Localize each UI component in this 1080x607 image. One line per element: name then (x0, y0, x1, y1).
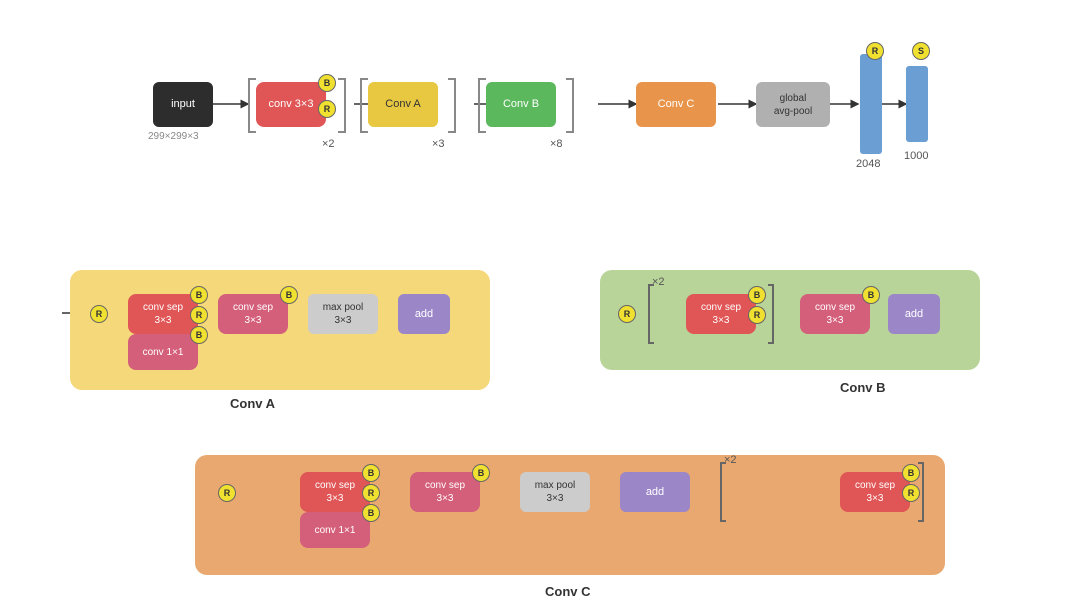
convC-conv1x1-b-badge: B (362, 504, 380, 522)
convA-add-box: add (398, 294, 450, 334)
convC-add-box: add (620, 472, 690, 512)
convB-repeat-inner: ×2 (652, 276, 665, 288)
convC-sep1-b-badge: B (362, 464, 380, 482)
convA-add-label: add (415, 307, 433, 321)
convB-sep1-b-badge: B (748, 286, 766, 304)
convC-title: Conv C (545, 584, 591, 599)
bar2048-r-badge: R (866, 42, 884, 60)
diagram-container: input 299×299×3 conv 3×3 B R ×2 Conv A ×… (0, 0, 1080, 607)
avgpool-label: global avg-pool (774, 92, 812, 118)
size-2048-label: 2048 (856, 158, 880, 170)
convA-sep2-b-badge: B (280, 286, 298, 304)
input-label: input (171, 97, 195, 111)
conv3x3-r-badge: R (318, 100, 336, 118)
convB-add-box: add (888, 294, 940, 334)
bracket-right-convA (448, 78, 456, 133)
convC-r-badge: R (218, 484, 236, 502)
convA-sep1-label: conv sep 3×3 (143, 301, 183, 327)
bar-2048 (860, 54, 882, 154)
convC-conv1x1-label: conv 1×1 (315, 524, 356, 537)
convB-title: Conv B (840, 380, 886, 395)
bracket-left-conv (248, 78, 256, 133)
bracket-right-conv (338, 78, 346, 133)
convB-repeat-label: ×8 (550, 138, 563, 150)
input-box: input (153, 82, 213, 127)
convC-maxpool-box: max pool 3×3 (520, 472, 590, 512)
convC-sep1-box: conv sep 3×3 (300, 472, 370, 512)
convC-repeat-label: ×2 (724, 454, 737, 466)
convB-box: Conv B (486, 82, 556, 127)
bracket-left-convC-inner (720, 462, 726, 522)
avgpool-box: global avg-pool (756, 82, 830, 127)
convA-conv1x1-box: conv 1×1 (128, 334, 198, 370)
convA-maxpool-box: max pool 3×3 (308, 294, 378, 334)
convA-maxpool-label: max pool 3×3 (323, 301, 364, 327)
bracket-right-convB-inner (768, 284, 774, 344)
bar-1000 (906, 66, 928, 142)
convA-conv1x1-b-badge: B (190, 326, 208, 344)
conv3x3-b-badge: B (318, 74, 336, 92)
input-dim: 299×299×3 (148, 131, 199, 142)
conv3x3-label: conv 3×3 (269, 97, 314, 111)
bracket-right-convB (566, 78, 574, 133)
convC-sep2-b-badge: B (472, 464, 490, 482)
conv-repeat-label: ×2 (322, 138, 335, 150)
convC-maxpool-label: max pool 3×3 (535, 479, 576, 505)
convB-sep2-b-badge: B (862, 286, 880, 304)
convC-sep1-label: conv sep 3×3 (315, 479, 355, 505)
convC-sep2-box: conv sep 3×3 (410, 472, 480, 512)
convC-sep3-box: conv sep 3×3 (840, 472, 910, 512)
convB-sep1-r-badge: R (748, 306, 766, 324)
bracket-left-convB-inner (648, 284, 654, 344)
convA-r-badge: R (90, 305, 108, 323)
convB-label: Conv B (503, 97, 539, 111)
conv3x3-box: conv 3×3 (256, 82, 326, 127)
convA-repeat-label: ×3 (432, 138, 445, 150)
convA-conv1x1-label: conv 1×1 (143, 346, 184, 359)
convB-add-label: add (905, 307, 923, 321)
convC-conv1x1-box: conv 1×1 (300, 512, 370, 548)
convA-sep1-box: conv sep 3×3 (128, 294, 198, 334)
convA-sep2-box: conv sep 3×3 (218, 294, 288, 334)
bar1000-s-badge: S (912, 42, 930, 60)
bracket-right-convC-inner (918, 462, 924, 522)
convB-sep2-box: conv sep 3×3 (800, 294, 870, 334)
convA-sep1-r-badge: R (190, 306, 208, 324)
size-1000-label: 1000 (904, 150, 928, 162)
convC-sep2-label: conv sep 3×3 (425, 479, 465, 505)
bracket-left-convB (478, 78, 486, 133)
convA-box: Conv A (368, 82, 438, 127)
convB-sep1-label: conv sep 3×3 (701, 301, 741, 327)
convB-r-badge: R (618, 305, 636, 323)
convA-label: Conv A (385, 97, 420, 111)
convA-sep2-label: conv sep 3×3 (233, 301, 273, 327)
convC-box: Conv C (636, 82, 716, 127)
convB-sep2-label: conv sep 3×3 (815, 301, 855, 327)
convA-sep1-b-badge: B (190, 286, 208, 304)
convC-add-label: add (646, 485, 664, 499)
convC-label: Conv C (658, 97, 695, 111)
convB-sep1-box: conv sep 3×3 (686, 294, 756, 334)
convC-sep1-r-badge: R (362, 484, 380, 502)
convC-sep3-label: conv sep 3×3 (855, 479, 895, 505)
convA-title: Conv A (230, 396, 275, 411)
bracket-left-convA (360, 78, 368, 133)
